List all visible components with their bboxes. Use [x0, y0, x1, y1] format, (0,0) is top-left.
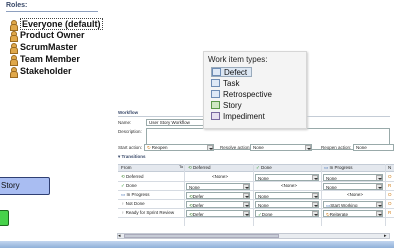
transition-cell[interactable]: R [386, 182, 394, 190]
chevron-down-icon [376, 184, 382, 189]
chevron-down-icon [305, 145, 311, 150]
transition-cell[interactable]: O [386, 173, 394, 181]
defect-icon [212, 68, 221, 76]
transition-cell[interactable]: ⟲Defer [186, 201, 250, 208]
deferred-icon: ⟲ [188, 165, 192, 170]
person-icon [10, 66, 18, 78]
column-in-progress: ▭ In Progress [324, 165, 353, 170]
roles-divider [6, 11, 98, 12]
story-card[interactable]: Story [0, 177, 50, 195]
work-item-types-title: Work item types: [208, 55, 268, 64]
work-item-type-retrospective[interactable]: Retrospective [211, 89, 272, 99]
chevron-down-icon [207, 145, 213, 150]
transition-cell[interactable]: ↻Reiterate [323, 210, 383, 217]
transitions-title: ▾ Transitions [118, 154, 146, 159]
work-item-type-task[interactable]: Task [211, 78, 239, 88]
table-row: ✓ Done [121, 183, 137, 188]
start-action-select[interactable]: ↻Reopen [144, 144, 214, 151]
work-item-type-defect[interactable]: Defect [211, 67, 253, 77]
chevron-down-icon [243, 202, 249, 207]
role-scrummaster[interactable]: ScrumMaster [10, 42, 77, 54]
transition-cell[interactable]: None [255, 192, 319, 199]
check-icon: ✓ [256, 165, 260, 170]
description-label: Description: [118, 129, 142, 134]
table-row: ♀ Ready for Sprint Review [121, 210, 175, 215]
person-icon [10, 19, 18, 31]
person-icon [10, 54, 18, 66]
transition-cell[interactable]: None [255, 174, 319, 181]
start-action-label: Start action: [118, 145, 143, 150]
name-label: Name: [118, 120, 132, 125]
scroll-left-icon[interactable]: ◂ [118, 233, 121, 239]
chevron-down-icon [376, 211, 382, 216]
scrollbar-thumb[interactable] [124, 234, 279, 238]
workflow-section-title: Workflow [118, 110, 139, 115]
impediment-icon [211, 112, 220, 120]
deferred-icon: ⟲ [121, 174, 125, 179]
ready-icon: ♀ [121, 210, 125, 215]
resolve-action-label: Resolve action: [220, 145, 251, 150]
role-everyone[interactable]: Everyone (default) [10, 18, 103, 31]
green-card[interactable] [0, 210, 9, 226]
reopen-action-label: Reopen action: [321, 145, 352, 150]
role-stakeholder[interactable]: Stakeholder [10, 66, 72, 78]
column-n: N [388, 165, 392, 170]
resolve-action-select[interactable]: None [250, 144, 312, 151]
work-item-type-impediment[interactable]: Impediment [211, 111, 265, 121]
progress-icon: ▭ [121, 192, 126, 197]
column-done: ✓ Done [256, 165, 272, 170]
reopen-icon: ↻ [147, 145, 151, 150]
transition-cell[interactable]: None [255, 201, 319, 208]
transition-cell[interactable]: O [386, 200, 394, 208]
work-item-types-panel: Work item types: Defect Task Retrospecti… [203, 51, 307, 129]
not-done-icon: ♀ [121, 201, 125, 206]
table-row: ⟲ Deferred [121, 174, 144, 179]
check-icon: ✓ [121, 183, 125, 188]
grid-line [118, 217, 394, 218]
reopen-action-select[interactable]: None [353, 144, 394, 151]
chevron-down-icon [376, 175, 382, 180]
retrospective-icon [211, 90, 220, 98]
chevron-down-icon [243, 211, 249, 216]
chevron-down-icon [243, 184, 249, 189]
transition-cell[interactable]: None [323, 183, 383, 190]
table-row: ▭ In Progress [121, 192, 150, 197]
transition-cell[interactable]: None [323, 174, 383, 181]
transition-cell[interactable]: R [386, 209, 394, 217]
transition-cell[interactable]: None [186, 183, 250, 190]
to-label: To [179, 164, 184, 169]
transition-cell[interactable]: <None> [186, 173, 252, 181]
transition-cell[interactable]: ⟲Defer [186, 210, 250, 217]
chevron-down-icon [312, 175, 318, 180]
task-icon [211, 79, 220, 87]
chevron-down-icon [376, 202, 382, 207]
table-row: ♀ Not Done [121, 201, 145, 206]
column-deferred: ⟲ Deferred [188, 165, 211, 170]
person-icon [10, 30, 18, 42]
transition-cell[interactable]: O [386, 191, 394, 199]
transition-cell[interactable]: ▭Start Working [323, 201, 383, 208]
chevron-down-icon [312, 202, 318, 207]
transition-cell[interactable]: ⟲Defer [186, 192, 250, 199]
chevron-down-icon [312, 193, 318, 198]
from-label: From [121, 165, 132, 170]
progress-icon: ▭ [324, 165, 329, 170]
role-product-owner[interactable]: Product Owner [10, 30, 85, 42]
story-icon [211, 101, 220, 109]
roles-title: Roles: [6, 2, 28, 9]
work-item-type-story[interactable]: Story [211, 100, 242, 110]
chevron-down-icon [312, 211, 318, 216]
bottom-bar [0, 241, 394, 248]
transition-cell[interactable]: <None> [323, 191, 385, 199]
transition-cell[interactable]: <None> [255, 182, 321, 190]
role-team-member[interactable]: Team Member [10, 54, 80, 66]
person-icon [10, 42, 18, 54]
chevron-down-icon [243, 193, 249, 198]
transition-cell[interactable]: ✓Done [255, 210, 319, 217]
scroll-right-icon[interactable]: ▸ [384, 233, 387, 239]
